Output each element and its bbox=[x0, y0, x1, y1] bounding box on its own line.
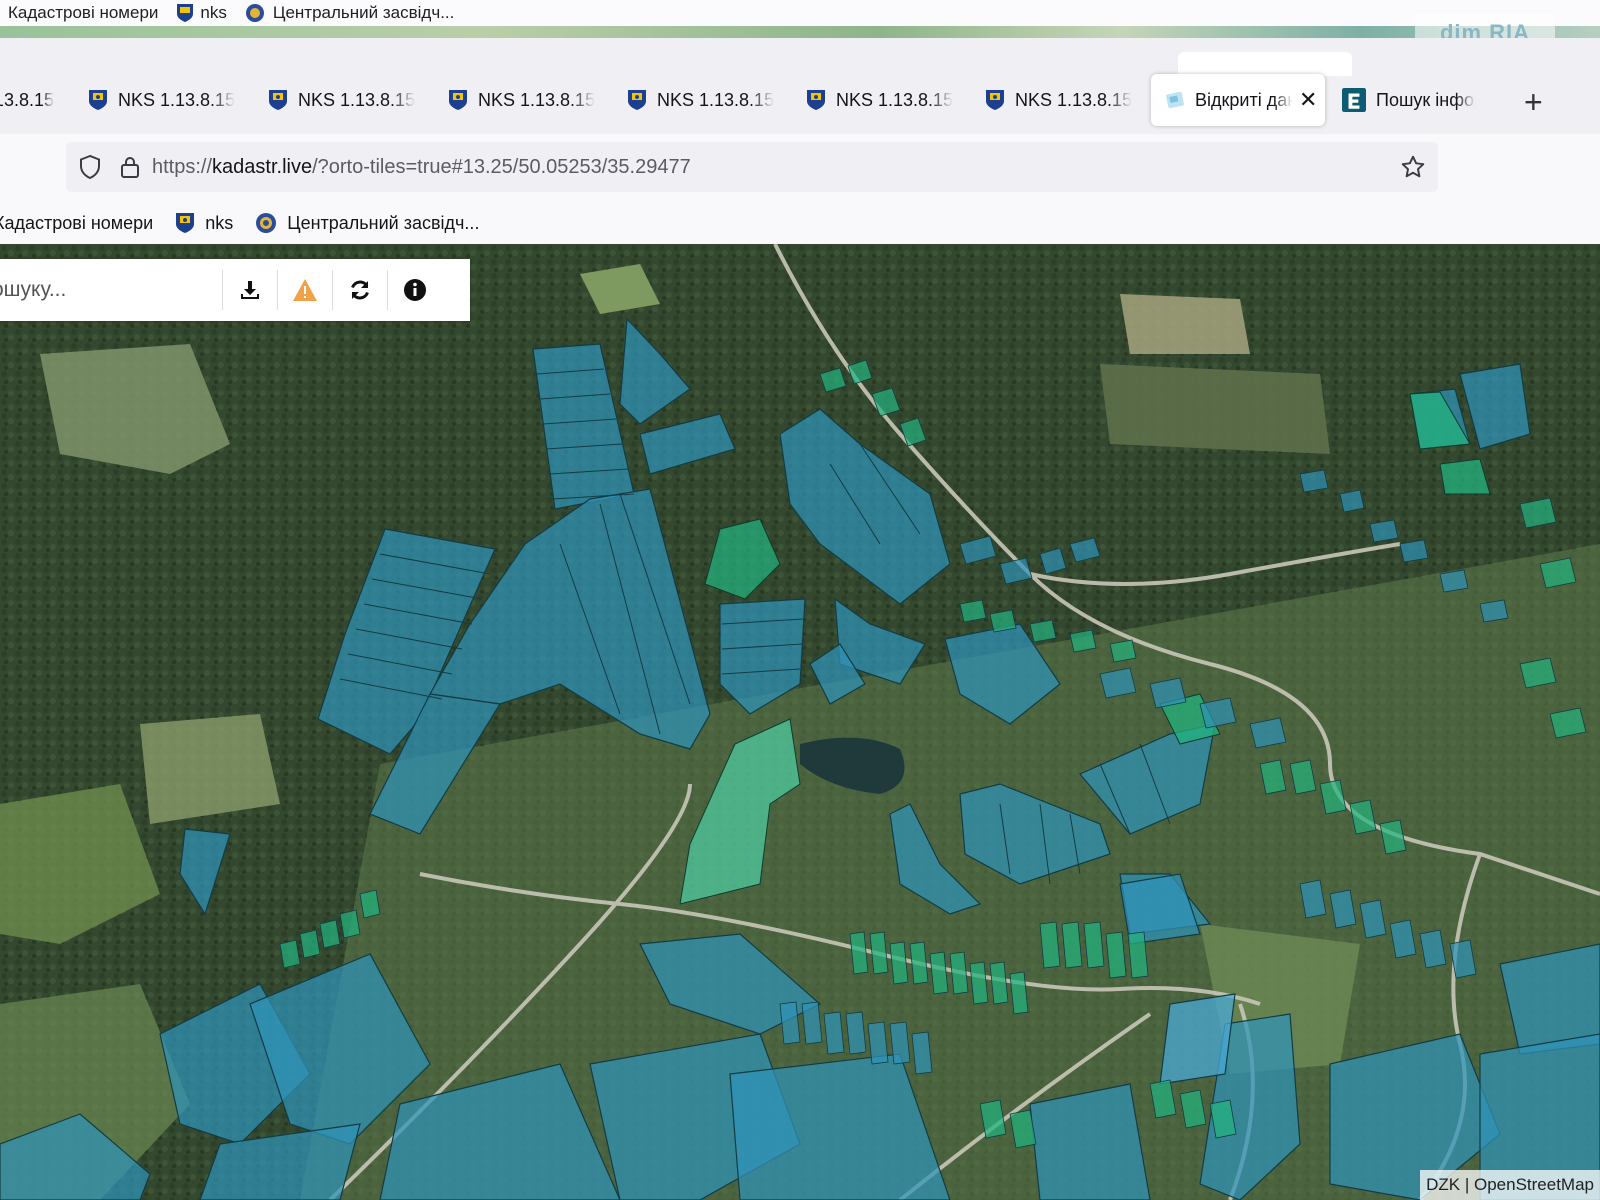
previous-window-strip: Кадастрові номери nks Центральний засвід… bbox=[0, 0, 1600, 52]
bookmark-label: Кадастрові номери bbox=[0, 212, 154, 233]
nks-favicon-icon bbox=[807, 90, 825, 110]
tab-label: NKS 1.13.8.15 bbox=[836, 89, 954, 110]
previous-map-sliver bbox=[0, 26, 1600, 38]
prev-bookmark-central[interactable]: Центральний засвідч... bbox=[273, 3, 455, 23]
nks-favicon-icon bbox=[449, 90, 467, 110]
tab-nks-2[interactable]: NKS 1.13.8.15 bbox=[268, 74, 418, 126]
bookmark-label: Центральний засвідч... bbox=[287, 212, 480, 233]
lock-icon[interactable] bbox=[120, 155, 140, 179]
tab-bar: NKS 1.13.8.15 NKS 1.13.8.15 NKS 1.13.8.1… bbox=[0, 38, 1600, 134]
tab-nks-1[interactable]: NKS 1.13.8.15 bbox=[88, 74, 238, 126]
nks-favicon-icon bbox=[89, 90, 107, 110]
bookmark-cadastral-numbers[interactable]: Кадастрові номери bbox=[0, 213, 153, 234]
warning-button[interactable] bbox=[277, 270, 332, 310]
tab-label: NKS 1.13.8.15 bbox=[657, 89, 775, 110]
tab-nks-0[interactable]: NKS 1.13.8.15 bbox=[0, 74, 58, 126]
nks-favicon-icon bbox=[269, 90, 287, 110]
map-favicon-icon bbox=[1166, 91, 1184, 109]
url-path: /?orto-tiles=true#13.25/50.05253/35.2947… bbox=[312, 155, 691, 178]
previous-bookmarks-row: Кадастрові номери nks Центральний засвід… bbox=[0, 0, 472, 26]
warning-icon bbox=[293, 279, 317, 301]
e-favicon-icon bbox=[1342, 88, 1366, 112]
url-host: kadastr.live bbox=[212, 155, 313, 178]
tab-label: NKS 1.13.8.15 bbox=[0, 89, 54, 110]
download-icon bbox=[241, 281, 259, 299]
tab-open-data[interactable]: Відкриті дані ✕ bbox=[1151, 74, 1325, 126]
refresh-button[interactable] bbox=[332, 270, 387, 310]
close-icon[interactable]: ✕ bbox=[1299, 87, 1317, 113]
tab-label: Пошук інформації bbox=[1376, 89, 1476, 110]
nks-favicon-icon bbox=[177, 4, 194, 22]
tab-label: NKS 1.13.8.15 bbox=[478, 89, 596, 110]
bookmark-label: nks bbox=[205, 212, 234, 233]
nks-favicon-icon bbox=[986, 90, 1004, 110]
bookmark-central-certification[interactable]: Центральний засвідч... bbox=[255, 212, 479, 234]
parcel[interactable] bbox=[1159, 993, 1236, 1085]
download-button[interactable] bbox=[222, 270, 277, 310]
tab-preview-stub bbox=[1178, 52, 1352, 76]
tab-label: NKS 1.13.8.15 bbox=[118, 89, 236, 110]
refresh-icon bbox=[351, 280, 369, 300]
parcel[interactable] bbox=[1029, 1083, 1151, 1200]
new-tab-button[interactable]: + bbox=[1524, 84, 1543, 121]
globe-seal-icon bbox=[256, 213, 277, 233]
bookmark-star-icon[interactable] bbox=[1400, 154, 1426, 180]
nks-favicon-icon bbox=[176, 213, 195, 233]
info-button[interactable] bbox=[387, 270, 442, 310]
tab-nks-5[interactable]: NKS 1.13.8.15 bbox=[806, 74, 956, 126]
orthophoto-map[interactable] bbox=[0, 244, 1600, 1200]
orchard-area bbox=[1100, 364, 1330, 454]
tab-search-info[interactable]: Пошук інформації bbox=[1342, 74, 1492, 126]
tab-nks-4[interactable]: NKS 1.13.8.15 bbox=[627, 74, 777, 126]
bookmark-nks[interactable]: nks bbox=[175, 212, 233, 234]
tab-label: Відкриті дані bbox=[1195, 89, 1293, 110]
tab-label: NKS 1.13.8.15 bbox=[1015, 89, 1133, 110]
prev-bookmark-nks[interactable]: nks bbox=[200, 3, 226, 23]
navigation-bar: https://kadastr.live/?orto-tiles=true#13… bbox=[0, 134, 1600, 202]
map-search-toolbar bbox=[0, 259, 470, 321]
tab-nks-3[interactable]: NKS 1.13.8.15 bbox=[448, 74, 598, 126]
tab-label: NKS 1.13.8.15 bbox=[298, 89, 416, 110]
tab-nks-6[interactable]: NKS 1.13.8.15 bbox=[985, 74, 1135, 126]
url-text[interactable]: https://kadastr.live/?orto-tiles=true#13… bbox=[152, 156, 691, 179]
globe-seal-icon bbox=[245, 4, 264, 22]
field-clearing bbox=[1120, 294, 1250, 354]
map-search-input[interactable] bbox=[0, 269, 222, 311]
bookmarks-toolbar: Кадастрові номери nks Центральний засвід… bbox=[0, 202, 1600, 245]
map-viewport[interactable]: DZK | OpenStreetMap bbox=[0, 244, 1600, 1200]
prev-bookmark-cadastral[interactable]: Кадастрові номери bbox=[8, 3, 158, 23]
shield-icon[interactable] bbox=[78, 154, 102, 180]
info-icon bbox=[404, 279, 426, 301]
url-scheme: https:// bbox=[152, 155, 213, 178]
url-bar[interactable]: https://kadastr.live/?orto-tiles=true#13… bbox=[66, 142, 1438, 192]
map-attribution[interactable]: DZK | OpenStreetMap bbox=[1420, 1170, 1600, 1200]
nks-favicon-icon bbox=[628, 90, 646, 110]
